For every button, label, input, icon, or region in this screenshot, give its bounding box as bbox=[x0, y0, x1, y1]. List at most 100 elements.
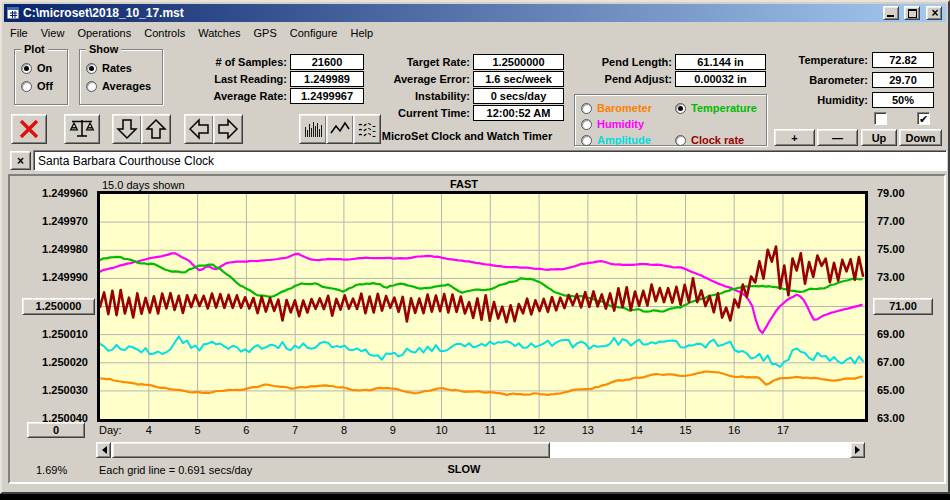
menu-configure[interactable]: Configure bbox=[284, 25, 345, 41]
left-axis-button[interactable]: 1.250000 bbox=[22, 298, 95, 315]
scrollbar-left-arrow[interactable] bbox=[96, 442, 111, 458]
sensor-temperature-radio[interactable] bbox=[675, 103, 686, 114]
sensor-clock-rate[interactable]: Clock rate bbox=[675, 134, 744, 146]
red-x-icon bbox=[16, 118, 42, 140]
grid-note: Each grid line = 0.691 secs/day bbox=[99, 464, 252, 476]
chart-scrollbar[interactable] bbox=[96, 442, 865, 458]
plot-on[interactable]: On bbox=[21, 62, 52, 74]
plot-off[interactable]: Off bbox=[21, 80, 53, 92]
right-axis-label-6: 67.00 bbox=[877, 356, 937, 368]
show-averages[interactable]: Averages bbox=[86, 80, 151, 92]
slow-label: SLOW bbox=[364, 463, 564, 475]
down-button[interactable]: Down bbox=[899, 129, 942, 146]
plot-off-radio[interactable] bbox=[21, 81, 32, 92]
down-arrow-icon bbox=[115, 117, 139, 141]
day-tick-4: 4 bbox=[137, 424, 161, 436]
line-view-button[interactable] bbox=[326, 114, 354, 144]
menu-bar: FileViewOperationsControlsWatchesGPSConf… bbox=[4, 23, 380, 41]
day-tick-5: 5 bbox=[186, 424, 210, 436]
scrollbar-thumb[interactable] bbox=[112, 442, 550, 458]
zero-button[interactable]: 0 bbox=[27, 422, 85, 438]
title-bar: C:\microset\2018_10_17.mst × bbox=[4, 4, 946, 22]
sensor-barometer-label: Barometer bbox=[597, 102, 652, 114]
menu-view[interactable]: View bbox=[35, 25, 72, 41]
plus-button[interactable]: + bbox=[774, 129, 815, 146]
show-averages-label: Averages bbox=[102, 80, 151, 92]
right-axis-label-1: 77.00 bbox=[877, 215, 937, 227]
app-icon bbox=[6, 6, 20, 20]
day-tick-15: 15 bbox=[673, 424, 697, 436]
sensor-barometer-radio[interactable] bbox=[581, 103, 592, 114]
env-value-1: 29.70 bbox=[872, 72, 934, 88]
samples-value-2: 1.2499967 bbox=[290, 88, 364, 104]
right-axis-label-3: 73.00 bbox=[877, 271, 937, 283]
env-value-0: 72.82 bbox=[872, 52, 934, 68]
left-axis-label-3: 1.249990 bbox=[10, 271, 88, 283]
delete-button[interactable] bbox=[11, 114, 47, 144]
day-tick-9: 9 bbox=[381, 424, 405, 436]
multi-line-view-button[interactable] bbox=[353, 114, 381, 144]
menu-controls[interactable]: Controls bbox=[138, 25, 192, 41]
day-tick-14: 14 bbox=[625, 424, 649, 436]
rate-value-2: 0 secs/day bbox=[473, 88, 564, 104]
up-arrow-icon bbox=[144, 117, 168, 141]
sensor-humidity[interactable]: Humidity bbox=[581, 118, 644, 130]
left-axis-label-7: 1.250030 bbox=[10, 384, 88, 396]
clear-name-button[interactable]: × bbox=[10, 151, 31, 170]
checkbox-0[interactable] bbox=[874, 112, 887, 125]
window-title: C:\microset\2018_10_17.mst bbox=[23, 6, 184, 20]
plot-on-radio[interactable] bbox=[21, 63, 32, 74]
right-axis-label-5: 69.00 bbox=[877, 328, 937, 340]
shift-right-button[interactable] bbox=[213, 114, 243, 144]
left-axis-label-5: 1.250010 bbox=[10, 328, 88, 340]
minimize-button[interactable] bbox=[883, 6, 899, 20]
env-label-1: Barometer: bbox=[760, 74, 868, 86]
balance-button[interactable] bbox=[64, 114, 100, 144]
scrollbar-right-arrow[interactable] bbox=[850, 442, 865, 458]
shift-down-button[interactable] bbox=[112, 114, 142, 144]
minus-button[interactable]: — bbox=[817, 129, 858, 146]
menu-operations[interactable]: Operations bbox=[71, 25, 138, 41]
show-rates-radio[interactable] bbox=[86, 63, 97, 74]
plot-group-label: Plot bbox=[21, 43, 48, 55]
close-button[interactable]: × bbox=[926, 6, 942, 20]
menu-file[interactable]: File bbox=[4, 25, 35, 41]
show-averages-radio[interactable] bbox=[86, 81, 97, 92]
menu-watches[interactable]: Watches bbox=[192, 25, 247, 41]
samples-value-0: 21600 bbox=[290, 54, 364, 70]
left-axis-label-6: 1.250020 bbox=[10, 356, 88, 368]
maximize-button[interactable] bbox=[904, 6, 920, 20]
clock-name-input[interactable] bbox=[33, 150, 947, 171]
right-axis-label-0: 79.00 bbox=[877, 187, 937, 199]
day-tick-16: 16 bbox=[722, 424, 746, 436]
days-shown-label: 15.0 days shown bbox=[102, 179, 185, 191]
right-axis-label-8: 63.00 bbox=[877, 412, 937, 424]
samples-label-0: # of Samples: bbox=[162, 56, 287, 68]
menu-gps[interactable]: GPS bbox=[248, 25, 284, 41]
shift-up-button[interactable] bbox=[141, 114, 171, 144]
sensor-humidity-radio[interactable] bbox=[581, 119, 592, 130]
shift-left-button[interactable] bbox=[184, 114, 214, 144]
right-axis-button[interactable]: 71.00 bbox=[873, 298, 933, 315]
sensor-barometer[interactable]: Barometer bbox=[581, 102, 652, 114]
pend-value-0: 61.144 in bbox=[675, 54, 766, 70]
wavy-lines-icon bbox=[356, 118, 378, 140]
rate-label-2: Instability: bbox=[360, 90, 470, 102]
menu-help[interactable]: Help bbox=[345, 25, 381, 41]
sensor-temperature[interactable]: Temperature bbox=[675, 102, 757, 114]
sensor-amplitude-radio[interactable] bbox=[581, 135, 592, 146]
plot-on-label: On bbox=[37, 62, 52, 74]
rate-label-0: Target Rate: bbox=[360, 56, 470, 68]
sensor-temperature-label: Temperature bbox=[691, 102, 757, 114]
fast-label: FAST bbox=[364, 178, 564, 190]
sensor-amplitude[interactable]: Amplitude bbox=[581, 134, 651, 146]
sensor-clock-rate-radio[interactable] bbox=[675, 135, 686, 146]
show-rates[interactable]: Rates bbox=[86, 62, 132, 74]
checkbox-1[interactable]: ✔ bbox=[917, 112, 930, 125]
left-axis-label-2: 1.249980 bbox=[10, 243, 88, 255]
histogram-view-button[interactable] bbox=[299, 114, 327, 144]
right-axis-label-2: 75.00 bbox=[877, 243, 937, 255]
left-triangle-icon bbox=[98, 446, 107, 454]
up-button[interactable]: Up bbox=[861, 129, 897, 146]
zigzag-line-icon bbox=[329, 118, 351, 140]
